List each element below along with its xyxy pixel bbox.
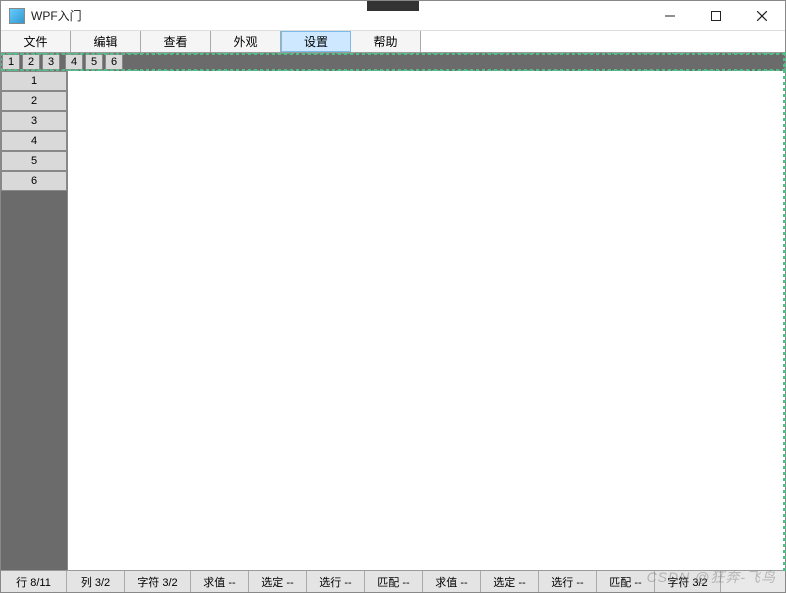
tool-btn-4[interactable]: 4 — [65, 54, 83, 70]
row-header-1[interactable]: 1 — [1, 71, 67, 91]
menu-view[interactable]: 查看 — [141, 31, 211, 52]
row-header-3[interactable]: 3 — [1, 111, 67, 131]
status-char: 字符 3/2 — [125, 571, 191, 592]
titlebar: WPF入门 — [1, 1, 785, 31]
statusbar: 行 8/11 列 3/2 字符 3/2 求值 -- 选定 -- 选行 -- 匹配… — [1, 570, 785, 592]
row-header-2[interactable]: 2 — [1, 91, 67, 111]
menu-appearance[interactable]: 外观 — [211, 31, 281, 52]
editor-canvas[interactable] — [67, 71, 785, 570]
tool-btn-5[interactable]: 5 — [85, 54, 103, 70]
tool-btn-3[interactable]: 3 — [42, 54, 60, 70]
status-selrow-2: 选行 -- — [539, 571, 597, 592]
maximize-button[interactable] — [693, 1, 739, 31]
menu-settings[interactable]: 设置 — [281, 31, 351, 52]
tool-btn-1[interactable]: 1 — [2, 54, 20, 70]
tool-btn-6[interactable]: 6 — [105, 54, 123, 70]
tool-btn-2[interactable]: 2 — [22, 54, 40, 70]
row-gutter: 1 2 3 4 5 6 — [1, 71, 67, 570]
drag-handle[interactable] — [367, 1, 419, 11]
menu-edit[interactable]: 编辑 — [71, 31, 141, 52]
menu-file[interactable]: 文件 — [1, 31, 71, 52]
row-header-5[interactable]: 5 — [1, 151, 67, 171]
row-header-6[interactable]: 6 — [1, 171, 67, 191]
menubar: 文件 编辑 查看 外观 设置 帮助 — [1, 31, 785, 53]
app-icon — [9, 8, 25, 24]
minimize-button[interactable] — [647, 1, 693, 31]
content-area: 1 2 3 4 5 6 — [1, 71, 785, 570]
status-sel-2: 选定 -- — [481, 571, 539, 592]
status-match: 匹配 -- — [365, 571, 423, 592]
status-line: 行 8/11 — [1, 571, 67, 592]
status-eval: 求值 -- — [191, 571, 249, 592]
toolbar: 1 2 3 4 5 6 — [1, 53, 785, 71]
window-title: WPF入门 — [31, 7, 82, 24]
status-sel: 选定 -- — [249, 571, 307, 592]
status-eval-2: 求值 -- — [423, 571, 481, 592]
close-button[interactable] — [739, 1, 785, 31]
status-char-2: 字符 3/2 — [655, 571, 721, 592]
menu-help[interactable]: 帮助 — [351, 31, 421, 52]
status-match-2: 匹配 -- — [597, 571, 655, 592]
status-col: 列 3/2 — [67, 571, 125, 592]
status-selrow: 选行 -- — [307, 571, 365, 592]
row-header-4[interactable]: 4 — [1, 131, 67, 151]
